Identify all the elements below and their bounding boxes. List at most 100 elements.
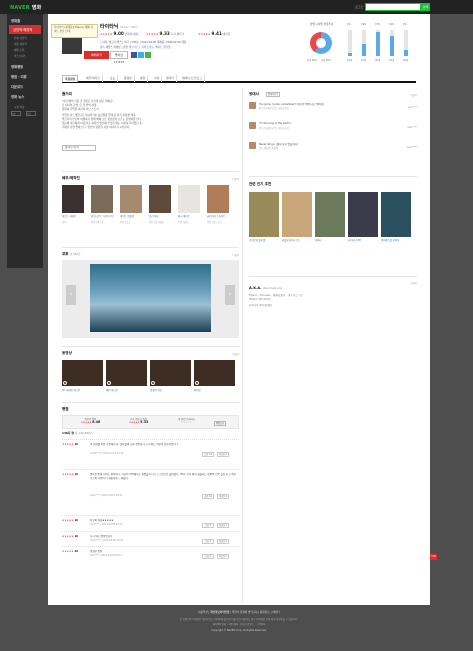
cast-name[interactable]: 글로리아 스튜어트 xyxy=(207,215,232,218)
prev-arrow-icon[interactable]: ‹ xyxy=(66,285,76,305)
back-to-top-button[interactable]: TOP xyxy=(430,554,437,560)
cast-name[interactable]: 레오나르도 디카프리오 xyxy=(91,215,116,218)
donut-label: 남성 40% xyxy=(321,59,332,62)
footer-link[interactable]: 회원정보 고객센터 xyxy=(260,611,280,614)
related-title[interactable]: 레볼루셔너리 로드 xyxy=(282,238,300,242)
photo-more-link[interactable]: 더보기 xyxy=(232,253,239,257)
sidebar-item[interactable]: 영화랭킹 xyxy=(7,63,43,70)
video-thumb[interactable] xyxy=(194,360,235,386)
footer-link[interactable]: 개인정보처리방침 xyxy=(210,611,229,614)
facebook-share-icon[interactable] xyxy=(131,52,137,58)
bad-button[interactable]: 비공감 2 xyxy=(217,494,229,499)
search-input[interactable] xyxy=(365,3,421,11)
cast-name[interactable]: 케이트 윈슬렛 xyxy=(120,215,145,218)
photo-main[interactable] xyxy=(90,264,211,332)
sidebar-item[interactable]: 영화 뉴스 xyxy=(7,93,43,100)
sidebar-item[interactable]: 다운로드 xyxy=(7,83,43,90)
best-line-text[interactable]: I'm the king of the world! xyxy=(259,122,291,125)
video-thumb[interactable] xyxy=(106,360,147,386)
cast-photo[interactable] xyxy=(91,185,113,213)
cast-name[interactable]: 제임스 카메론 xyxy=(62,215,87,218)
age-bar-fill xyxy=(348,53,352,56)
naver-logo[interactable]: NAVER 영화 xyxy=(10,4,41,11)
bad-button[interactable]: 비공감 0 xyxy=(217,539,229,544)
video-more-link[interactable]: 더보기 xyxy=(232,352,239,356)
cast-role: 주연 | 잭 도슨 xyxy=(91,221,104,224)
good-button[interactable]: 공감 3 xyxy=(202,539,214,544)
sidebar-item-active[interactable]: 상영작·예정작 xyxy=(9,25,41,34)
video-thumb[interactable] xyxy=(150,360,191,386)
related-poster[interactable] xyxy=(315,192,345,237)
good-button[interactable]: 공감 16 xyxy=(202,494,214,499)
tab-5[interactable]: 리뷰 xyxy=(152,75,163,82)
like-button[interactable]: 좋아요 12,870 xyxy=(110,51,128,64)
cast-section: 배우/제작진 더보기 제임스 카메론 감독 레오나르도 디카프리오 주연 | 잭 도슨… xyxy=(62,171,239,235)
video-thumb[interactable] xyxy=(62,360,103,386)
related-title[interactable]: 아바타 xyxy=(315,238,322,242)
best-line-avatar[interactable] xyxy=(249,122,256,129)
best-line-avatar[interactable] xyxy=(249,142,256,149)
tab-2[interactable]: 포토 xyxy=(108,75,119,82)
good-button[interactable]: 공감 2 xyxy=(202,554,214,559)
sidebar-home[interactable]: 영화홈 xyxy=(7,17,43,24)
age-bar xyxy=(348,30,352,56)
cast-photo[interactable] xyxy=(62,185,84,213)
cast-photo[interactable] xyxy=(149,185,171,213)
tab-6[interactable]: 명대사 xyxy=(164,75,177,82)
tab-3[interactable]: 동영상 xyxy=(122,75,135,82)
toggle-off-button[interactable]: 끄기 xyxy=(26,111,36,116)
search-button[interactable]: 검색 xyxy=(421,3,430,11)
plot-more-button[interactable]: 줄거리 더보기 xyxy=(62,145,96,151)
related-poster[interactable] xyxy=(282,192,312,237)
video-title[interactable]: 메이킹 xyxy=(194,388,201,392)
sidebar-item[interactable]: 평점 · 리뷰 xyxy=(7,73,43,80)
related-poster[interactable] xyxy=(381,192,411,237)
comment-meta: star**** | 2012.04.09 09:12 xyxy=(90,554,122,557)
related-title[interactable]: 네버랜드를 찾아서 xyxy=(381,238,399,242)
write-best-line-button[interactable]: 명대사쓰기 xyxy=(266,92,280,97)
good-button[interactable]: 공감 43 xyxy=(202,452,214,457)
twitter-share-icon[interactable] xyxy=(138,52,144,58)
bad-button[interactable]: 비공감 1 xyxy=(217,523,229,528)
cast-name[interactable]: 빌리 제인 xyxy=(149,215,174,218)
related-poster[interactable] xyxy=(249,192,279,237)
age-bar-fill xyxy=(390,36,394,56)
toggle-on-button[interactable]: 켜기 xyxy=(11,111,21,116)
video-title[interactable]: 명장면 영상 xyxy=(150,388,162,392)
play-icon[interactable] xyxy=(195,381,199,385)
tab-4[interactable]: 평점 xyxy=(138,75,149,82)
bad-button[interactable]: 비공감 0 xyxy=(217,554,229,559)
play-icon[interactable] xyxy=(151,381,155,385)
tab-1[interactable]: 배우/제작진 xyxy=(84,75,103,82)
cast-photo[interactable] xyxy=(178,185,200,213)
cast-photo[interactable] xyxy=(207,185,229,213)
video-title[interactable]: 3D 재개봉 예고편 xyxy=(62,388,80,392)
tab-0[interactable]: 주요정보 xyxy=(62,75,79,82)
tab-7[interactable]: 예매/뉴스/블로그 xyxy=(180,75,205,82)
login-link[interactable]: 로그인 xyxy=(355,5,363,9)
good-button[interactable]: 공감 5 xyxy=(202,523,214,528)
best-line-avatar[interactable] xyxy=(249,102,256,109)
play-icon[interactable] xyxy=(107,381,111,385)
score: 10 xyxy=(74,443,79,446)
cast-more-link[interactable]: 더보기 xyxy=(232,177,239,181)
bad-button[interactable]: 비공감 4 xyxy=(217,452,229,457)
cast-name[interactable]: 캐시 베이츠 xyxy=(178,215,203,218)
next-arrow-icon[interactable]: › xyxy=(225,285,235,305)
footer-link[interactable]: 이용약관 xyxy=(198,611,208,614)
video-title[interactable]: 메인 예고편 xyxy=(106,388,118,392)
related-heading: 관련 인기 추천 xyxy=(249,182,272,186)
related-title[interactable]: 로미오와 줄리엣 xyxy=(249,238,265,242)
aka-more-link[interactable]: 더보기 xyxy=(410,281,417,285)
write-rating-button[interactable]: 평점쓰기 xyxy=(214,421,226,426)
related-title[interactable]: 타이타닉 3D xyxy=(348,238,361,242)
me2day-share-icon[interactable] xyxy=(145,52,151,58)
sidebar-subitem[interactable]: 박스오피스 xyxy=(7,53,43,59)
best-lines-more-link[interactable]: 더보기 xyxy=(410,93,417,97)
reserve-button[interactable]: 예매하기 xyxy=(84,51,109,59)
related-poster[interactable] xyxy=(348,192,378,237)
footer-link[interactable]: 책임의 한계와 법적고지 xyxy=(232,611,258,614)
cast-photo[interactable] xyxy=(120,185,142,213)
play-icon[interactable] xyxy=(63,381,67,385)
rating-cell-mine[interactable]: 내 평점 등록하기 ★★★★★ xyxy=(159,418,214,425)
